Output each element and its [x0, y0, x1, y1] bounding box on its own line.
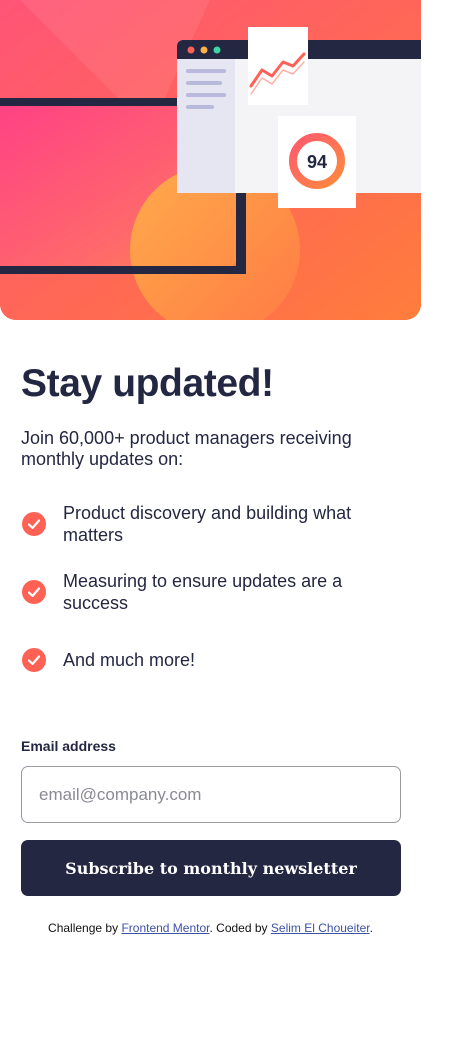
- dashboard-illustration: 94: [0, 0, 421, 320]
- intro-text: Join 60,000+ product managers receiving …: [21, 428, 352, 469]
- frontend-mentor-link[interactable]: Frontend Mentor: [121, 921, 209, 935]
- feature-text: Measuring to ensure updates are a succes…: [63, 571, 343, 613]
- email-label: Email address: [21, 738, 116, 754]
- check-icon: [22, 580, 46, 604]
- newsletter-content: Stay updated! Join 60,000+ product manag…: [21, 360, 401, 896]
- list-item: Product discovery and building what matt…: [21, 502, 401, 546]
- list-item: Measuring to ensure updates are a succes…: [21, 570, 401, 614]
- newsletter-page: 94 Stay updated! Join 60,000+ product ma…: [0, 0, 468, 1052]
- feature-list: Product discovery and building what matt…: [21, 502, 401, 682]
- email-input[interactable]: [21, 766, 401, 823]
- list-item: And much more!: [21, 638, 401, 682]
- attribution-suffix: .: [369, 921, 373, 935]
- attribution-middle: . Coded by: [209, 921, 268, 935]
- attribution: Challenge by Frontend Mentor. Coded by S…: [0, 921, 421, 935]
- subscribe-form: Email address Subscribe to monthly newsl…: [21, 738, 401, 896]
- author-link[interactable]: Selim El Choueiter: [271, 921, 370, 935]
- subscribe-button[interactable]: Subscribe to monthly newsletter: [21, 840, 401, 896]
- check-icon: [22, 648, 46, 672]
- feature-text: And much more!: [63, 650, 196, 670]
- hero-illustration: 94: [0, 0, 421, 320]
- score-text: 94: [307, 152, 327, 172]
- page-title: Stay updated!: [21, 362, 274, 405]
- feature-text: Product discovery and building what matt…: [63, 503, 352, 545]
- attribution-prefix: Challenge by: [48, 921, 119, 935]
- check-icon: [22, 512, 46, 536]
